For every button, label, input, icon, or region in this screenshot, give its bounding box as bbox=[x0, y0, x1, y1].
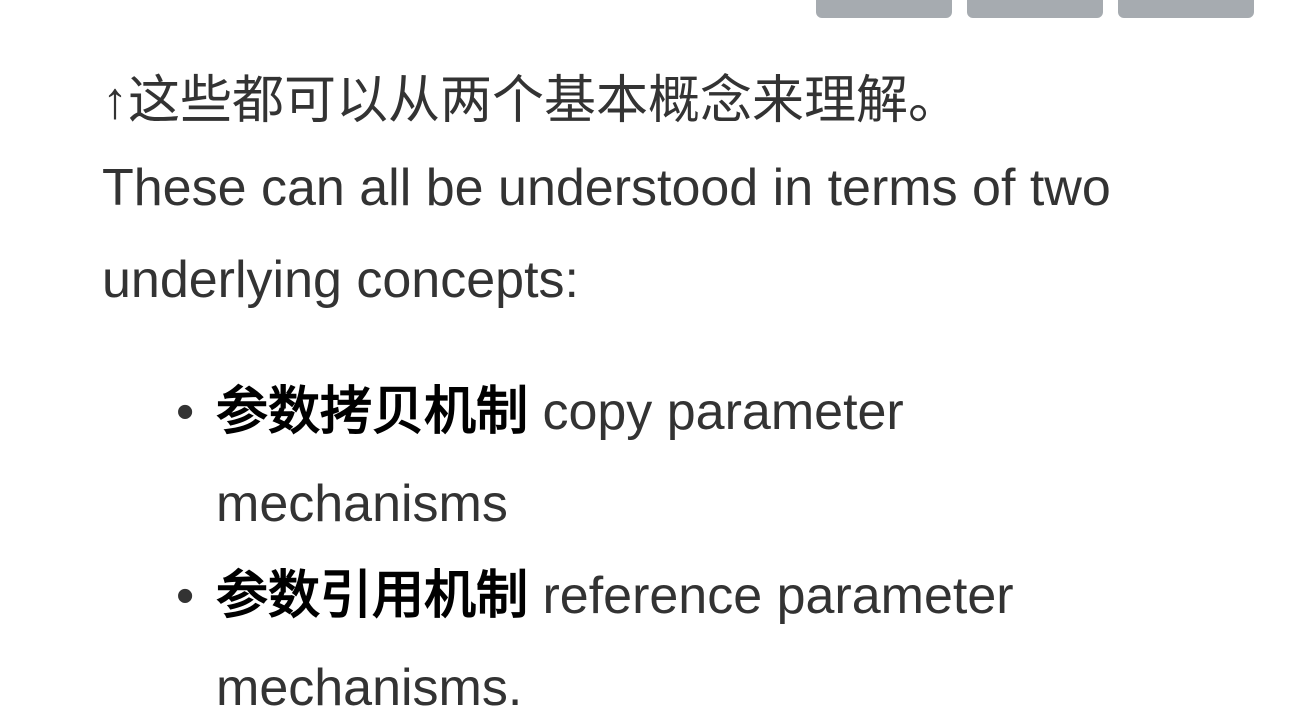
list-item: • 参数拷贝机制 copy parameter mechanisms bbox=[176, 366, 1116, 550]
concepts-list: • 参数拷贝机制 copy parameter mechanisms • 参数引… bbox=[102, 366, 1242, 726]
toolbar-button-2[interactable] bbox=[967, 0, 1103, 18]
bullet-icon: • bbox=[176, 567, 195, 625]
english-intro-paragraph: These can all be understood in terms of … bbox=[102, 159, 1111, 309]
article-content: ↑这些都可以从两个基本概念来理解。 These can all be under… bbox=[102, 60, 1242, 726]
list-item-bold-term: 参数引用机制 bbox=[216, 567, 529, 625]
bullet-icon: • bbox=[176, 383, 195, 441]
toolbar-button-3[interactable] bbox=[1118, 0, 1254, 18]
list-item-bold-term: 参数拷贝机制 bbox=[216, 383, 529, 441]
toolbar-button-1[interactable] bbox=[816, 0, 952, 18]
chinese-intro-line: ↑这些都可以从两个基本概念来理解。 bbox=[102, 72, 961, 130]
top-toolbar bbox=[816, 0, 1254, 18]
list-item: • 参数引用机制 reference parameter mechanisms. bbox=[176, 550, 1116, 726]
